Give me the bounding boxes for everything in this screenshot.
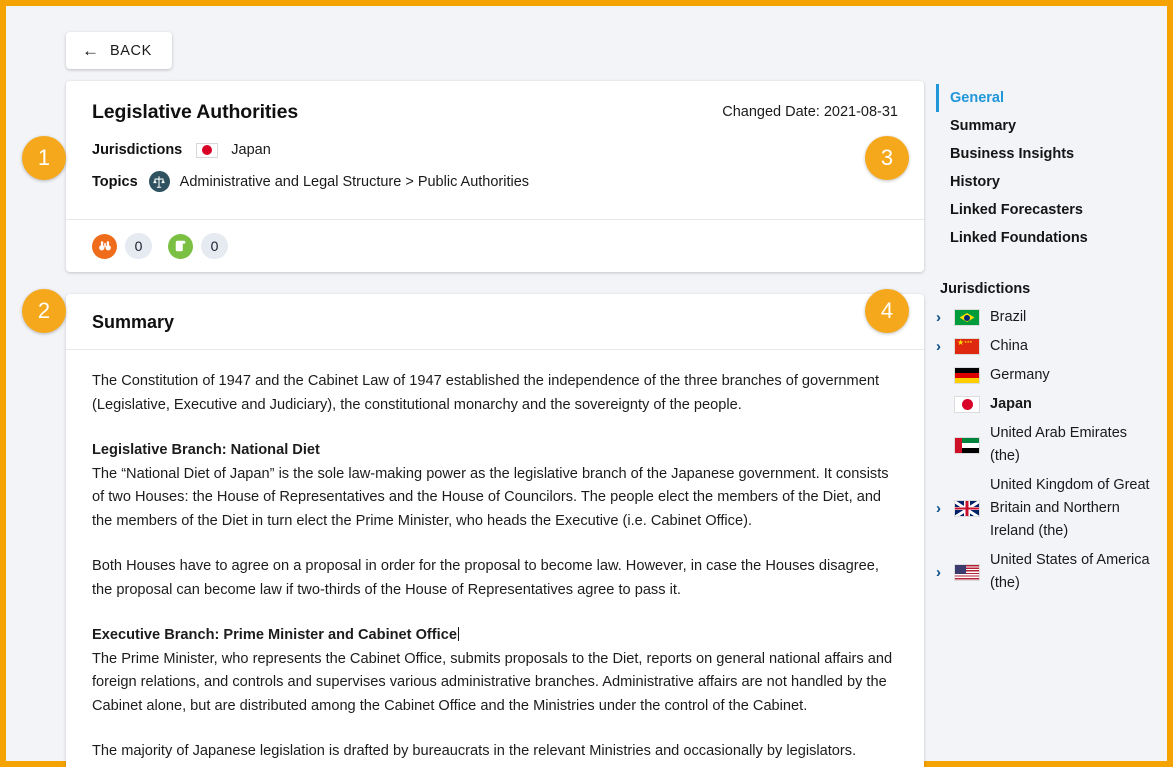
flag-brazil-icon: [954, 309, 980, 326]
summary-card-header: Summary: [66, 294, 924, 350]
flag-japan-icon: [954, 396, 980, 413]
jurisdictions-list: › Brazil › China › Germany › Japan › Uni…: [936, 303, 1151, 598]
main-content-column: Changed Date: 2021-08-31 Legislative Aut…: [66, 81, 924, 767]
jurisdiction-label: United States of America (the): [990, 552, 1150, 591]
flag-uae-icon: [954, 436, 980, 454]
nav-item-linked-forecasters[interactable]: Linked Forecasters: [936, 196, 1151, 224]
scales-of-justice-icon: [148, 171, 170, 192]
summary-paragraph: Both Houses have to agree on a proposal …: [92, 555, 898, 602]
summary-subheading: Legislative Branch: National Diet: [92, 442, 320, 458]
jurisdictions-label: Jurisdictions: [92, 142, 183, 158]
section-nav-list: General Summary Business Insights Histor…: [936, 84, 1151, 252]
nav-item-history[interactable]: History: [936, 168, 1151, 196]
nav-item-general[interactable]: General: [936, 84, 1151, 112]
step-badge-3: 3: [865, 136, 909, 180]
summary-subheading-text: Executive Branch: Prime Minister and Cab…: [92, 627, 457, 643]
jurisdiction-item-japan[interactable]: › Japan: [936, 390, 1151, 419]
right-sidebar: General Summary Business Insights Histor…: [936, 84, 1151, 598]
flag-uk-icon: [954, 500, 980, 517]
topics-label: Topics: [92, 173, 138, 190]
nav-item-linked-foundations[interactable]: Linked Foundations: [936, 224, 1151, 252]
jurisdiction-item-china[interactable]: › China: [936, 332, 1151, 361]
linked-forecasters-count: 0: [125, 233, 152, 259]
jurisdiction-label: United Arab Emirates (the): [990, 425, 1128, 464]
chevron-right-icon[interactable]: ›: [936, 565, 952, 580]
summary-paragraph-text: The Prime Minister, who represents the C…: [92, 650, 893, 714]
step-badge-2: 2: [22, 289, 66, 333]
flag-china-icon: [954, 338, 980, 355]
nav-item-business-insights[interactable]: Business Insights: [936, 140, 1151, 168]
jurisdiction-value: Japan: [231, 142, 271, 158]
summary-card: Summary The Constitution of 1947 and the…: [66, 294, 924, 767]
back-button-label: BACK: [110, 42, 152, 59]
chevron-right-icon[interactable]: ›: [936, 501, 952, 516]
summary-paragraph: The Constitution of 1947 and the Cabinet…: [92, 370, 898, 417]
linked-foundations-count: 0: [201, 233, 228, 259]
summary-paragraph-text: The Constitution of 1947 and the Cabinet…: [92, 373, 879, 413]
nav-item-summary[interactable]: Summary: [936, 112, 1151, 140]
summary-paragraph: Executive Branch: Prime Minister and Cab…: [92, 624, 898, 718]
jurisdictions-row: Jurisdictions Japan: [92, 142, 898, 158]
counts-row: 0 0: [66, 219, 924, 272]
jurisdiction-item-germany[interactable]: › Germany: [936, 361, 1151, 390]
back-button[interactable]: ← BACK: [66, 32, 172, 69]
jurisdiction-item-usa[interactable]: › United States of America (the): [936, 546, 1151, 598]
summary-text-body[interactable]: The Constitution of 1947 and the Cabinet…: [66, 350, 924, 767]
step-badge-1: 1: [22, 136, 66, 180]
step-badge-4: 4: [865, 289, 909, 333]
scroll-document-icon[interactable]: [168, 233, 193, 259]
arrow-left-icon: ←: [82, 41, 99, 60]
jurisdiction-item-uk[interactable]: › United Kingdom of Great Britain and No…: [936, 471, 1151, 546]
jurisdiction-label: China: [990, 338, 1028, 354]
jurisdiction-label: Germany: [990, 367, 1050, 383]
jurisdictions-heading: Jurisdictions: [940, 281, 1031, 297]
summary-paragraph-text: The majority of Japanese legislation is …: [92, 743, 857, 767]
changed-date: Changed Date: 2021-08-31: [722, 104, 898, 120]
text-cursor: [457, 627, 459, 641]
summary-subheading: Executive Branch: Prime Minister and Cab…: [92, 624, 898, 648]
summary-paragraph-text: The “National Diet of Japan” is the sole…: [92, 465, 889, 529]
general-card-body: Legislative Authorities Jurisdictions Ja…: [66, 81, 924, 219]
chevron-right-icon[interactable]: ›: [936, 339, 952, 354]
flag-usa-icon: [954, 563, 980, 581]
jurisdiction-label: Japan: [990, 396, 1032, 412]
general-card: Changed Date: 2021-08-31 Legislative Aut…: [66, 81, 924, 272]
jurisdiction-item-uae[interactable]: › United Arab Emirates (the): [936, 419, 1151, 471]
summary-paragraph: The majority of Japanese legislation is …: [92, 740, 898, 767]
topics-value: Administrative and Legal Structure > Pub…: [179, 173, 530, 190]
jurisdiction-label: Brazil: [990, 309, 1027, 325]
summary-heading: Summary: [92, 312, 175, 332]
flag-germany-icon: [954, 367, 980, 384]
flag-japan-icon: [196, 142, 219, 158]
jurisdiction-label: United Kingdom of Great Britain and Nort…: [990, 477, 1150, 539]
binoculars-icon[interactable]: [92, 233, 117, 259]
jurisdiction-item-brazil[interactable]: › Brazil: [936, 303, 1151, 332]
summary-paragraph-text: Both Houses have to agree on a proposal …: [92, 558, 879, 598]
topics-row: Topics Administrative and Legal Structur…: [92, 171, 898, 192]
chevron-right-icon[interactable]: ›: [936, 310, 952, 325]
back-bar: ← BACK: [66, 32, 172, 69]
summary-paragraph: Legislative Branch: National Diet The “N…: [92, 439, 898, 533]
